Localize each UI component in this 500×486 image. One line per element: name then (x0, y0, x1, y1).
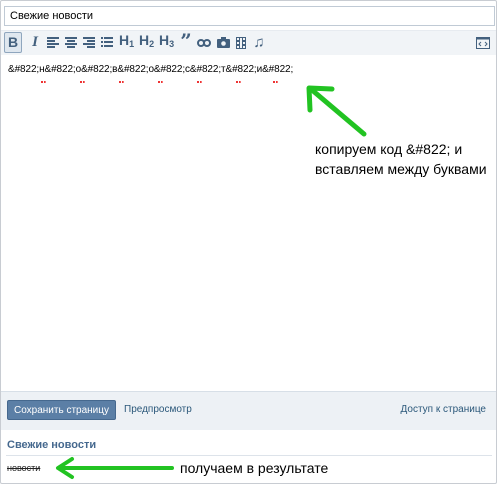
result-page-title: Свежие новости (7, 439, 97, 451)
italic-button[interactable]: I (28, 33, 42, 52)
bold-icon: B (7, 34, 19, 50)
camera-icon (216, 37, 230, 48)
heading1-icon: H1 (119, 32, 135, 49)
instruction-annotation: копируем код &#822; и вставляем между бу… (315, 141, 487, 177)
bold-button[interactable]: B (4, 32, 22, 53)
spellcheck-mark (236, 78, 241, 83)
align-left-icon (47, 37, 59, 48)
save-page-button[interactable]: Сохранить страницу (7, 400, 116, 420)
editor-content: &#822;н&#822;о&#822;в&#822;о&#822;с&#822… (8, 64, 294, 75)
heading3-button[interactable]: H3 (159, 32, 175, 52)
spellcheck-mark (197, 78, 202, 83)
wiki-markup-toggle-button[interactable] (476, 33, 490, 52)
spellcheck-mark (41, 78, 46, 83)
spellcheck-mark (158, 78, 163, 83)
align-left-button[interactable] (46, 33, 60, 52)
spellcheck-mark (80, 78, 85, 83)
audio-icon: ♫ (253, 34, 265, 51)
link-button[interactable] (197, 33, 211, 52)
video-icon (236, 36, 246, 49)
photo-button[interactable] (216, 33, 230, 52)
page-access-link[interactable]: Доступ к странице (401, 404, 486, 415)
heading1-button[interactable]: H1 (119, 32, 135, 52)
heading2-icon: H2 (139, 32, 155, 49)
quote-button[interactable]: ” (179, 28, 193, 53)
align-right-icon (83, 37, 95, 48)
result-annotation: получаем в результате (180, 460, 329, 476)
heading3-icon: H3 (159, 32, 175, 49)
editor-area[interactable]: &#822;н&#822;о&#822;в&#822;о&#822;с&#822… (1, 55, 496, 390)
spellcheck-mark (119, 78, 124, 83)
page-title-input[interactable] (4, 6, 495, 26)
audio-button[interactable]: ♫ (252, 33, 266, 52)
quote-icon: ” (180, 28, 192, 53)
video-button[interactable] (234, 33, 248, 52)
spellcheck-mark (273, 78, 278, 83)
align-right-button[interactable] (82, 33, 96, 52)
align-center-button[interactable] (64, 33, 78, 52)
align-center-icon (65, 37, 77, 48)
list-button[interactable] (100, 33, 114, 52)
editor-footer: Сохранить страницу Предпросмотр Доступ к… (1, 391, 496, 430)
italic-icon: I (32, 34, 38, 50)
wiki-markup-toggle-icon (476, 36, 490, 49)
green-arrow-up (306, 85, 367, 137)
editor-toolbar: B I H1 H2 H3 ” ♫ (1, 30, 496, 56)
heading2-button[interactable]: H2 (139, 32, 155, 52)
result-strikethrough-text: новости (7, 463, 41, 473)
green-arrow-left (56, 457, 174, 479)
link-icon (197, 38, 211, 47)
list-icon (101, 37, 113, 47)
preview-link[interactable]: Предпросмотр (124, 404, 192, 415)
